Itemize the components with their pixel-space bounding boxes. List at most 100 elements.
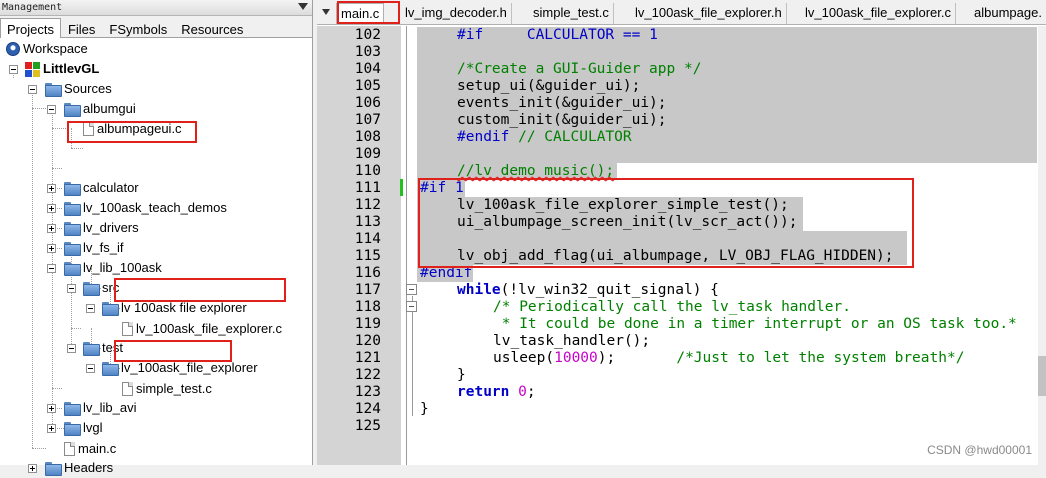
collapse-src-explorer-toggle[interactable] (86, 304, 95, 313)
tree-node-lv-fs-if[interactable]: lv_fs_if (64, 238, 123, 258)
line-number: 115 (354, 248, 381, 264)
tree-node-file-explorer-c[interactable]: lv_100ask_file_explorer.c (122, 319, 282, 339)
project-icon (25, 61, 40, 77)
highlight-albumpageui (67, 121, 197, 143)
code-line-120: lv_task_handler(); (493, 333, 651, 349)
tab-resources[interactable]: Resources (174, 18, 250, 37)
fold-toggle-while[interactable] (406, 284, 417, 295)
collapse-albumgui-toggle[interactable] (47, 105, 56, 114)
tab-lv-img-decoder-h[interactable]: lv_img_decoder.h (401, 3, 512, 24)
vertical-scrollbar[interactable] (1038, 26, 1046, 465)
line-number: 124 (354, 401, 381, 417)
highlight-if-block (418, 178, 914, 268)
line-number: 121 (354, 350, 381, 366)
tree-node-main-c[interactable]: main.c (64, 439, 116, 459)
tree-node-simple-test-c[interactable]: simple_test.c (122, 379, 212, 399)
expand-lv-drivers-toggle[interactable] (47, 224, 56, 233)
code-line-124: } (420, 401, 429, 417)
tab-file-explorer-h[interactable]: lv_100ask_file_explorer.h (631, 3, 787, 24)
line-number: 123 (354, 384, 381, 400)
code-area[interactable]: 102 103 104 105 106 107 108 109 110 111 … (317, 26, 1046, 465)
folder-icon (45, 462, 62, 476)
collapse-littlevgl-toggle[interactable] (9, 65, 18, 74)
collapse-src-toggle[interactable] (67, 284, 76, 293)
c-file-icon (64, 442, 75, 456)
expand-lvgl-toggle[interactable] (47, 424, 56, 433)
code-line-119: * It could be done in a timer interrupt … (493, 316, 1017, 332)
expand-lv-fs-if-toggle[interactable] (47, 244, 56, 253)
line-number: 122 (354, 367, 381, 383)
management-tabs: Projects Files FSymbols Resources (0, 16, 312, 39)
code-line-105: setup_ui(&guider_ui); (457, 78, 641, 94)
fold-toggle-comment[interactable] (406, 301, 417, 312)
line-number: 111 (354, 180, 381, 196)
line-number: 112 (354, 197, 381, 213)
tab-fsymbols[interactable]: FSymbols (102, 18, 174, 37)
line-number: 104 (354, 61, 381, 77)
folder-icon (64, 422, 81, 436)
tree-node-lv-drivers[interactable]: lv_drivers (64, 218, 139, 238)
tree-node-lv-lib-100ask[interactable]: lv_lib_100ask (64, 258, 162, 278)
tree-node-lv-lib-avi[interactable]: lv_lib_avi (64, 398, 136, 418)
tree-node-workspace[interactable]: Workspace (6, 39, 88, 59)
code-editor: main.c lv_img_decoder.h simple_test.c lv… (317, 0, 1046, 465)
line-number: 108 (354, 129, 381, 145)
line-number: 120 (354, 333, 381, 349)
folder-icon (64, 242, 81, 256)
folder-icon (64, 202, 81, 216)
code-line-102: #if CALCULATOR == 1 (457, 27, 658, 43)
editor-tab-bar: main.c lv_img_decoder.h simple_test.c lv… (317, 0, 1046, 25)
tree-node-sources[interactable]: Sources (45, 79, 112, 99)
tab-files[interactable]: Files (61, 18, 102, 37)
tree-node-headers[interactable]: Headers (45, 458, 113, 478)
expand-calculator-toggle[interactable] (47, 184, 56, 193)
collapse-sources-toggle[interactable] (28, 85, 37, 94)
tree-node-littlevgl[interactable]: LittlevGL (25, 59, 99, 79)
code-line-107: custom_init(&guider_ui); (457, 112, 667, 128)
code-line-123: return 0; (457, 384, 536, 400)
line-number: 113 (354, 214, 381, 230)
c-file-icon (122, 382, 133, 396)
line-number: 106 (354, 95, 381, 111)
change-marker (400, 179, 403, 196)
line-number: 107 (354, 112, 381, 128)
expand-lv-lib-avi-toggle[interactable] (47, 404, 56, 413)
line-number: 110 (354, 163, 381, 179)
tab-simple-test-c[interactable]: simple_test.c (529, 3, 614, 24)
line-number: 109 (354, 146, 381, 162)
line-number: 119 (354, 316, 381, 332)
tab-projects[interactable]: Projects (0, 18, 61, 39)
project-tree: Workspace LittlevGL Sources albumgui alb… (0, 38, 312, 476)
collapse-test-explorer-toggle[interactable] (86, 364, 95, 373)
tab-file-explorer-c[interactable]: lv_100ask_file_explorer.c (801, 3, 956, 24)
folder-icon (64, 103, 81, 117)
folder-icon (83, 282, 100, 296)
code-line-108: #endif // CALCULATOR (457, 129, 632, 145)
panel-menu-arrow-icon[interactable] (298, 3, 308, 10)
folder-icon (64, 222, 81, 236)
expand-headers-toggle[interactable] (28, 464, 37, 473)
line-number: 105 (354, 78, 381, 94)
line-number: 102 (354, 27, 381, 43)
tree-node-calculator[interactable]: calculator (64, 178, 139, 198)
code-line-122: } (457, 367, 466, 383)
c-file-icon (122, 322, 133, 336)
tree-node-albumgui[interactable]: albumgui (64, 99, 136, 119)
line-number: 114 (354, 231, 381, 247)
expand-teach-demos-toggle[interactable] (47, 204, 56, 213)
code-line-118: /* Periodically call the lv_task handler… (493, 299, 851, 315)
folder-icon (83, 342, 100, 356)
code-line-106: events_init(&guider_ui); (457, 95, 667, 111)
tree-node-lvgl[interactable]: lvgl (64, 418, 103, 438)
code-line-117: while(!lv_win32_quit_signal) { (457, 282, 719, 298)
scrollbar-thumb[interactable] (1038, 356, 1046, 396)
tree-node-lv-100ask-teach-demos[interactable]: lv_100ask_teach_demos (64, 198, 227, 218)
folder-icon (64, 262, 81, 276)
tab-list-arrow-icon[interactable] (322, 9, 330, 15)
tab-albumpage[interactable]: albumpage. (970, 3, 1046, 24)
management-panel: Management Projects Files FSymbols Resou… (0, 0, 313, 476)
collapse-lv-lib-100ask-toggle[interactable] (47, 264, 56, 273)
management-title: Management (2, 2, 63, 13)
collapse-test-toggle[interactable] (67, 344, 76, 353)
folder-icon (64, 402, 81, 416)
